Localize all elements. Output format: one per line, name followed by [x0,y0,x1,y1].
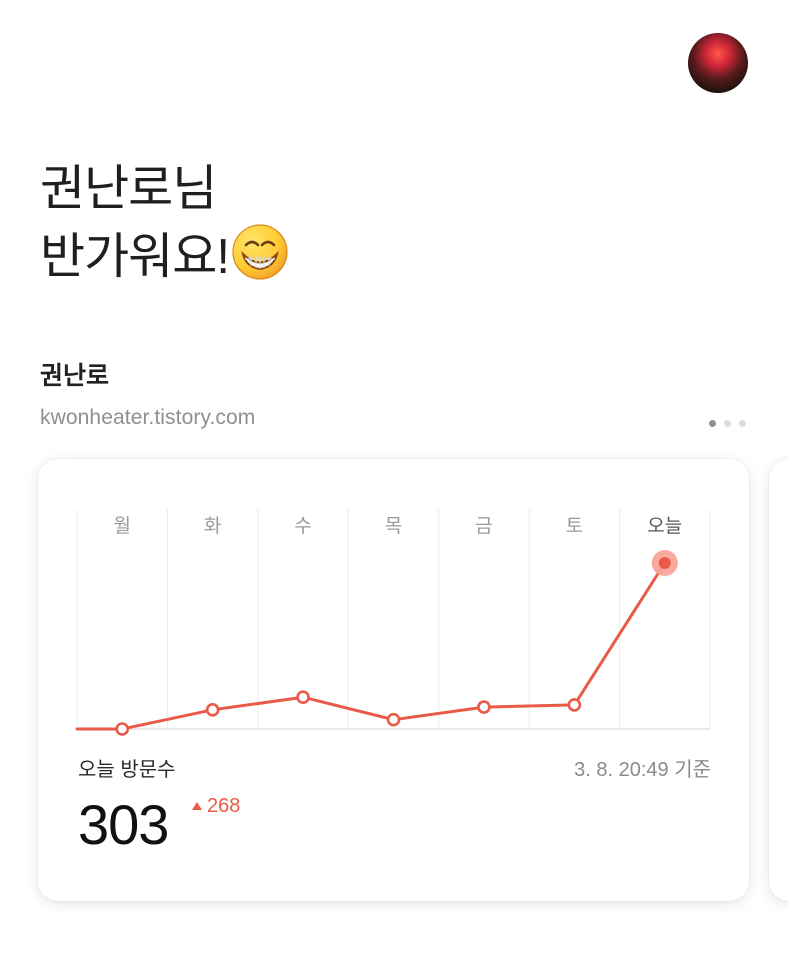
chart-point-5[interactable] [477,700,491,714]
card-pager [709,420,746,427]
chart-x-label-7: 오늘 [647,515,682,537]
visits-delta-value: 268 [207,795,241,817]
chart-point-3[interactable] [296,690,310,705]
greeting-text: 반가워요! [40,230,230,284]
greeting: 권난로님 반가워요! [40,155,560,299]
blog-name[interactable]: 권난로 [40,360,109,392]
chart-point-6[interactable] [567,698,582,712]
visits-delta: 268 [192,793,240,819]
chart-point-2[interactable] [205,703,220,717]
up-triangle-icon [192,802,202,810]
blog-url[interactable]: kwonheater.tistory.com [40,403,255,433]
chart-x-label-5: 금 [475,516,492,537]
chart-x-label-4: 목 [385,516,402,537]
visits-today-value: 303 [78,793,169,856]
grinning-face-icon [231,223,289,299]
chart-x-label-3: 수 [294,516,311,537]
visits-label: 오늘 방문수 [78,759,176,781]
chart-x-label-1: 월 [113,515,130,537]
pager-dot-1[interactable] [709,420,716,427]
visits-line-chart: 월 화 수 목 금 토 오늘 [75,509,711,736]
chart-x-label-6: 토 [566,516,583,537]
chart-point-1[interactable] [115,722,130,736]
next-card-peek[interactable] [769,459,788,901]
stats-timestamp: 3. 8. 20:49 기준 [574,759,711,781]
chart-point-4[interactable] [386,712,401,727]
profile-avatar[interactable] [688,33,748,93]
chart-point-7[interactable] [658,557,671,569]
pager-dot-2[interactable] [724,420,731,427]
pager-dot-3[interactable] [739,420,746,427]
greeting-line-1: 권난로님 [40,162,217,216]
greeting-line-2: 반가워요! [40,223,560,299]
chart-x-label-2: 화 [204,515,221,537]
visitor-stats-card[interactable]: 월 화 수 목 금 토 오늘 오늘 방문수 3. 8. 20:49 기준 303 268 [38,459,749,901]
